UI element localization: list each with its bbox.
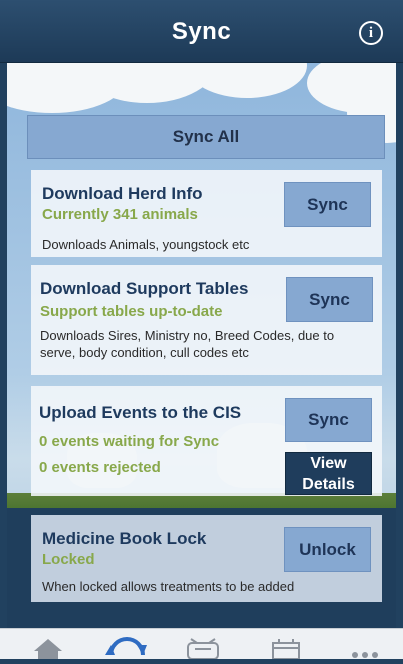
sync-all-button[interactable]: Sync All: [27, 115, 385, 159]
card-status: Currently 341 animals: [42, 206, 198, 223]
sync-upload-button[interactable]: Sync: [285, 398, 372, 442]
card-upload-events: Upload Events to the CIS 0 events waitin…: [31, 386, 382, 496]
sync-icon: [105, 637, 147, 656]
card-title: Medicine Book Lock: [42, 529, 207, 548]
tab-calendar[interactable]: [256, 629, 316, 660]
card-description: Downloads Animals, youngstock etc: [42, 237, 250, 252]
card-description: When locked allows treatments to be adde…: [42, 579, 295, 594]
info-icon[interactable]: i: [359, 21, 383, 45]
view-details-button[interactable]: View Details: [285, 452, 372, 495]
unlock-button[interactable]: Unlock: [284, 527, 371, 572]
card-title: Download Herd Info: [42, 184, 203, 203]
cloud: [187, 63, 307, 98]
tab-animals[interactable]: [173, 629, 233, 660]
events-rejected-status: 0 events rejected: [39, 459, 161, 476]
sync-support-button[interactable]: Sync: [286, 277, 373, 322]
home-icon: [34, 639, 62, 659]
header-bar: Sync i: [0, 0, 403, 63]
cow-icon: [187, 638, 219, 660]
card-medicine-lock: Medicine Book Lock Locked When locked al…: [31, 515, 382, 602]
tab-bar: [0, 628, 403, 660]
tab-more[interactable]: [335, 629, 395, 659]
card-download-herd: Download Herd Info Currently 341 animals…: [31, 170, 382, 257]
card-download-support: Download Support Tables Support tables u…: [31, 265, 382, 375]
tab-home[interactable]: [18, 629, 78, 659]
sync-herd-button[interactable]: Sync: [284, 182, 371, 227]
card-title: Download Support Tables: [40, 279, 249, 298]
card-description: Downloads Sires, Ministry no, Breed Code…: [40, 328, 335, 360]
tab-sync[interactable]: [97, 629, 157, 659]
calendar-icon: [272, 639, 300, 660]
page-title: Sync: [171, 18, 232, 45]
events-waiting-status: 0 events waiting for Sync: [39, 433, 220, 450]
card-status: Support tables up-to-date: [40, 303, 223, 320]
lock-status: Locked: [42, 551, 95, 568]
more-icon: [352, 652, 378, 658]
card-title: Upload Events to the CIS: [39, 403, 242, 422]
